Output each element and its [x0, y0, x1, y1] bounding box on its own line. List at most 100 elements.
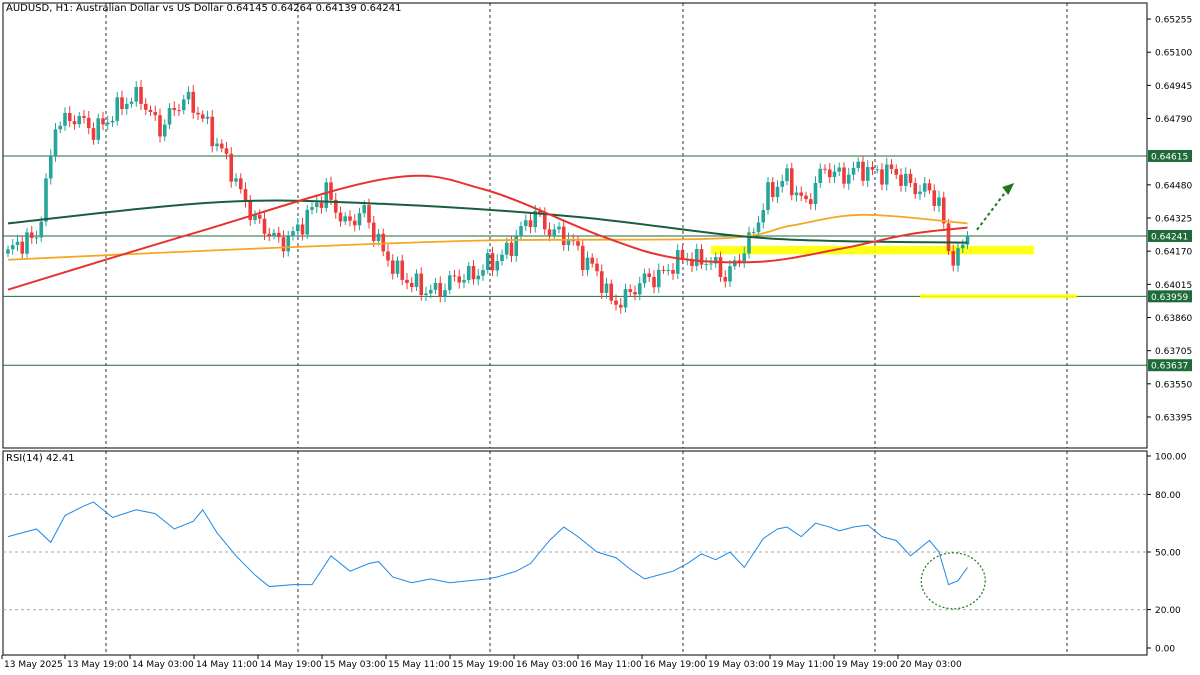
candle[interactable] — [357, 207, 362, 231]
candle[interactable] — [661, 265, 666, 274]
candle[interactable] — [694, 243, 699, 271]
candle[interactable] — [785, 163, 789, 186]
candle[interactable] — [34, 230, 39, 244]
candle[interactable] — [856, 157, 861, 172]
candle[interactable] — [713, 252, 718, 268]
candle[interactable] — [780, 174, 785, 193]
candle[interactable] — [77, 112, 82, 128]
candle[interactable] — [53, 122, 58, 162]
candle[interactable] — [105, 115, 110, 131]
candle[interactable] — [675, 244, 680, 280]
candle[interactable] — [15, 234, 20, 252]
candle[interactable] — [314, 195, 319, 214]
candle[interactable] — [737, 254, 742, 268]
candle[interactable] — [291, 226, 295, 241]
candle[interactable] — [333, 192, 338, 219]
candle[interactable] — [63, 107, 67, 131]
candle[interactable] — [381, 228, 386, 257]
candle[interactable] — [642, 268, 647, 288]
candle[interactable] — [20, 236, 25, 259]
candle[interactable] — [794, 185, 799, 202]
candle[interactable] — [561, 220, 566, 251]
candle[interactable] — [234, 173, 238, 187]
candle[interactable] — [576, 235, 580, 251]
candle[interactable] — [547, 222, 552, 242]
candle[interactable] — [181, 94, 186, 115]
candle[interactable] — [390, 254, 395, 280]
candle[interactable] — [690, 252, 694, 273]
candle[interactable] — [808, 193, 813, 210]
candle[interactable] — [419, 267, 424, 301]
candle[interactable] — [680, 245, 685, 264]
candle[interactable] — [585, 251, 590, 276]
candle[interactable] — [623, 283, 628, 313]
candle[interactable] — [162, 119, 167, 142]
candle[interactable] — [723, 270, 728, 288]
candle[interactable] — [865, 160, 870, 187]
candle[interactable] — [761, 203, 766, 229]
candle[interactable] — [922, 177, 927, 198]
candle[interactable] — [253, 210, 257, 225]
candle[interactable] — [552, 223, 557, 241]
candle[interactable] — [134, 81, 139, 107]
candle[interactable] — [485, 248, 490, 274]
candle[interactable] — [913, 177, 918, 199]
candle[interactable] — [67, 106, 72, 128]
candle[interactable] — [704, 257, 709, 271]
candle[interactable] — [528, 213, 533, 234]
candle[interactable] — [666, 264, 671, 276]
candle[interactable] — [903, 167, 908, 192]
candle[interactable] — [875, 165, 880, 174]
candle[interactable] — [908, 169, 913, 188]
candle[interactable] — [500, 249, 504, 266]
candle[interactable] — [400, 254, 405, 286]
candle[interactable] — [637, 276, 642, 301]
candle[interactable] — [699, 244, 704, 270]
candle[interactable] — [870, 161, 875, 176]
candle[interactable] — [827, 162, 832, 184]
candle[interactable] — [272, 228, 276, 240]
candle[interactable] — [728, 260, 732, 288]
candle[interactable] — [599, 264, 604, 300]
candle[interactable] — [248, 195, 253, 226]
candle[interactable] — [671, 263, 675, 280]
candle[interactable] — [452, 269, 457, 282]
candle[interactable] — [319, 196, 324, 214]
candle[interactable] — [324, 178, 329, 212]
candle[interactable] — [519, 221, 523, 241]
candle[interactable] — [352, 213, 357, 232]
candle[interactable] — [889, 159, 894, 174]
candle[interactable] — [72, 115, 77, 130]
candle[interactable] — [595, 257, 599, 277]
candle[interactable] — [447, 270, 452, 295]
candle[interactable] — [861, 155, 865, 186]
candle[interactable] — [628, 284, 633, 297]
candle[interactable] — [495, 254, 500, 277]
price-chart[interactable]: 0.65255 0.65100 0.64945 0.64790 0.64480 0.643… — [0, 0, 1200, 675]
candle[interactable] — [58, 121, 63, 134]
candle[interactable] — [305, 204, 310, 239]
candle[interactable] — [267, 227, 272, 242]
candle[interactable] — [880, 163, 884, 191]
candle[interactable] — [238, 173, 243, 194]
candle[interactable] — [846, 167, 851, 190]
candle[interactable] — [466, 261, 471, 284]
candle[interactable] — [205, 110, 210, 125]
candle[interactable] — [424, 286, 428, 302]
candle[interactable] — [243, 182, 248, 208]
candle[interactable] — [300, 217, 305, 241]
candle[interactable] — [281, 230, 286, 258]
candle[interactable] — [837, 162, 842, 177]
candle[interactable] — [557, 222, 561, 234]
candle[interactable] — [899, 168, 903, 192]
candle[interactable] — [818, 163, 823, 189]
candle[interactable] — [177, 103, 181, 117]
candle[interactable] — [609, 279, 614, 305]
candle[interactable] — [932, 184, 937, 212]
candle[interactable] — [927, 179, 932, 195]
candle[interactable] — [395, 256, 400, 278]
candle[interactable] — [25, 227, 29, 258]
candle[interactable] — [167, 103, 172, 129]
candle[interactable] — [409, 277, 414, 293]
candle[interactable] — [257, 209, 262, 224]
